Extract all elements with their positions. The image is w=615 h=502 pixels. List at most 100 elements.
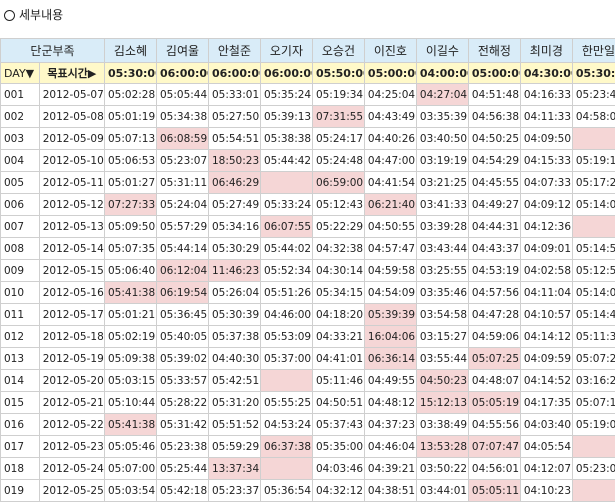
time-cell: 05:14:00: [572, 194, 615, 216]
time-cell: 05:02:28: [105, 84, 157, 106]
time-cell: 04:48:12: [364, 392, 416, 414]
time-cell: 03:35:39: [416, 106, 468, 128]
time-cell: 05:35:24: [260, 84, 312, 106]
date-cell: 2012-05-20: [39, 370, 104, 392]
target-time-cell: 05:00:00: [468, 63, 520, 84]
time-cell: 05:07:00: [105, 458, 157, 480]
table-row: 0162012-05-2205:41:3805:31:4205:51:5204:…: [1, 414, 615, 436]
date-cell: 2012-05-18: [39, 326, 104, 348]
time-cell: 05:40:05: [156, 326, 208, 348]
member-header: 이길수: [416, 39, 468, 63]
time-cell: 04:14:12: [520, 326, 572, 348]
time-cell: 04:30:14: [312, 260, 364, 282]
time-cell: 06:59:00: [312, 172, 364, 194]
day-number-cell: 015: [1, 392, 40, 414]
time-cell: 04:45:55: [468, 172, 520, 194]
time-cell: [572, 436, 615, 458]
time-cell: 05:34:15: [312, 282, 364, 304]
time-cell: 03:55:44: [416, 348, 468, 370]
time-cell: 04:50:23: [416, 370, 468, 392]
time-cell: 04:49:27: [468, 194, 520, 216]
time-cell: 05:42:51: [208, 370, 260, 392]
table-row: 0142012-05-2005:03:1505:33:5705:42:5105:…: [1, 370, 615, 392]
time-cell: 05:55:25: [260, 392, 312, 414]
day-sort-header[interactable]: DAY▼: [1, 63, 40, 84]
day-number-cell: 014: [1, 370, 40, 392]
time-cell: 05:23:45: [572, 84, 615, 106]
time-cell: [260, 172, 312, 194]
time-cell: 05:38:38: [260, 128, 312, 150]
time-cell: 05:05:44: [156, 84, 208, 106]
time-cell: 04:16:33: [520, 84, 572, 106]
time-cell: 05:41:38: [105, 414, 157, 436]
time-cell: 04:12:36: [520, 216, 572, 238]
date-cell: 2012-05-17: [39, 304, 104, 326]
time-cell: 06:46:29: [208, 172, 260, 194]
time-cell: [260, 370, 312, 392]
time-cell: 04:55:56: [468, 414, 520, 436]
time-cell: 04:58:07: [572, 106, 615, 128]
time-cell: 04:54:09: [364, 282, 416, 304]
member-header: 오기자: [260, 39, 312, 63]
time-cell: 05:52:34: [260, 260, 312, 282]
time-cell: 04:43:49: [364, 106, 416, 128]
time-cell: 05:22:29: [312, 216, 364, 238]
time-cell: 05:19:16: [572, 150, 615, 172]
time-cell: 05:05:46: [105, 436, 157, 458]
time-cell: 04:09:59: [520, 348, 572, 370]
time-cell: 03:21:25: [416, 172, 468, 194]
time-cell: 04:56:01: [468, 458, 520, 480]
time-cell: 06:07:55: [260, 216, 312, 238]
time-cell: 03:50:22: [416, 458, 468, 480]
table-row: 0182012-05-2405:07:0005:25:4413:37:3404:…: [1, 458, 615, 480]
time-cell: 05:17:22: [572, 172, 615, 194]
time-cell: 04:47:00: [364, 150, 416, 172]
time-cell: 11:46:23: [208, 260, 260, 282]
time-cell: 03:54:58: [416, 304, 468, 326]
table-row: 0122012-05-1805:02:1905:40:0505:37:3805:…: [1, 326, 615, 348]
time-cell: 05:23:07: [156, 150, 208, 172]
time-cell: 04:02:58: [520, 260, 572, 282]
time-cell: 05:10:44: [105, 392, 157, 414]
table-row: 0112012-05-1705:01:2105:36:4505:30:3904:…: [1, 304, 615, 326]
table-row: 0052012-05-1105:01:2705:31:1106:46:2906:…: [1, 172, 615, 194]
target-time-cell: 05:00:00: [364, 63, 416, 84]
table-row: 0092012-05-1505:06:4006:12:0411:46:2305:…: [1, 260, 615, 282]
time-cell: 03:43:44: [416, 238, 468, 260]
day-number-cell: 006: [1, 194, 40, 216]
time-cell: 05:59:29: [208, 436, 260, 458]
time-cell: 05:12:43: [312, 194, 364, 216]
time-cell: [572, 216, 615, 238]
time-cell: [572, 128, 615, 150]
time-cell: 05:51:26: [260, 282, 312, 304]
time-cell: 05:07:21: [572, 348, 615, 370]
time-cell: 06:21:40: [364, 194, 416, 216]
time-cell: 04:05:54: [520, 436, 572, 458]
time-cell: 05:24:17: [312, 128, 364, 150]
time-cell: 05:28:22: [156, 392, 208, 414]
day-number-cell: 016: [1, 414, 40, 436]
day-number-cell: 011: [1, 304, 40, 326]
target-time-cell: 05:30:00: [572, 63, 615, 84]
time-cell: 13:37:34: [208, 458, 260, 480]
time-cell: 04:41:01: [312, 348, 364, 370]
time-cell: 16:04:06: [364, 326, 416, 348]
date-cell: 2012-05-09: [39, 128, 104, 150]
time-cell: 05:57:29: [156, 216, 208, 238]
target-label: 목표시간▶: [39, 63, 104, 84]
time-cell: 06:36:14: [364, 348, 416, 370]
time-cell: 05:31:42: [156, 414, 208, 436]
time-cell: 04:09:01: [520, 238, 572, 260]
target-row: DAY▼ 목표시간▶ 05:30:0006:00:0006:00:0006:00…: [1, 63, 615, 84]
time-cell: 04:11:33: [520, 106, 572, 128]
day-number-cell: 004: [1, 150, 40, 172]
time-cell: 04:51:48: [468, 84, 520, 106]
date-cell: 2012-05-23: [39, 436, 104, 458]
time-cell: 05:39:39: [364, 304, 416, 326]
time-cell: 03:16:29: [572, 370, 615, 392]
time-cell: 05:14:01: [572, 282, 615, 304]
target-time-cell: 06:00:00: [208, 63, 260, 84]
date-cell: 2012-05-24: [39, 458, 104, 480]
time-cell: 04:03:46: [312, 458, 364, 480]
header-row: 단군부족 김소혜김여울안철준오기자오승건이진호이길수전해정최미경한만일: [1, 39, 615, 63]
